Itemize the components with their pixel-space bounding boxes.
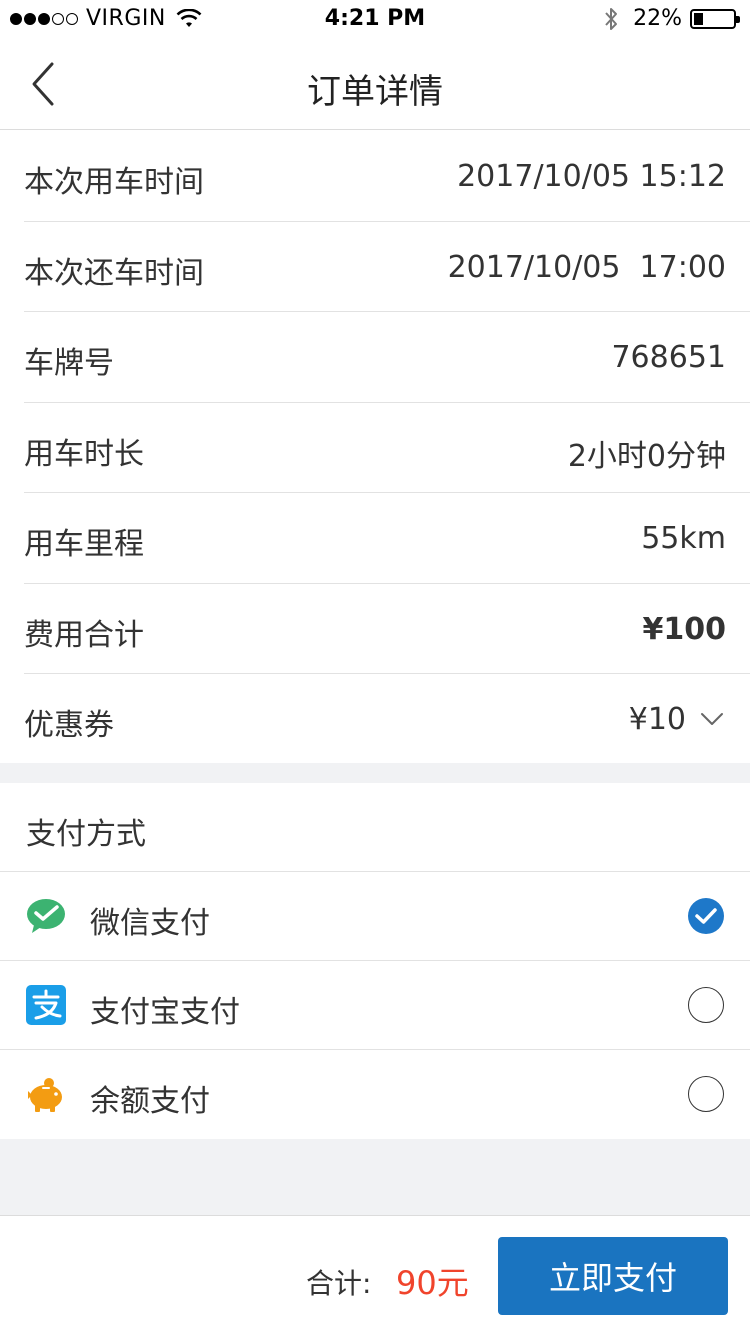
alipay-icon: [26, 985, 66, 1025]
battery-nub: [736, 15, 740, 23]
total-fee-label: 费用合计: [24, 617, 144, 653]
bottom-spacer: [0, 1139, 750, 1215]
chevron-down-icon[interactable]: [700, 712, 724, 726]
payment-option-alipay[interactable]: 支付宝支付: [0, 961, 750, 1050]
detail-row-coupon[interactable]: 优惠券 ¥10: [24, 674, 750, 765]
coupon-value[interactable]: ¥10: [629, 702, 686, 737]
bluetooth-icon: [605, 7, 618, 30]
pay-now-button[interactable]: 立即支付: [498, 1237, 728, 1315]
payment-method-header: 支付方式: [0, 783, 750, 872]
detail-row-total-fee: 费用合计 ¥100: [24, 584, 750, 674]
detail-row-duration: 用车时长 2小时0分钟: [24, 403, 750, 493]
plate-number-label: 车牌号: [24, 346, 114, 381]
detail-row-mileage: 用车里程 55km: [24, 493, 750, 584]
order-detail-list: 本次用车时间 2017/10/05 15:12 本次还车时间 2017/10/0…: [0, 131, 750, 765]
total-label: 合计:: [306, 1267, 372, 1300]
plate-number-value: 768651: [611, 340, 726, 375]
duration-label: 用车时长: [24, 436, 144, 472]
status-bar: VIRGIN 4:21 PM 22%: [0, 0, 750, 40]
alipay-label: 支付宝支付: [90, 995, 240, 1030]
coupon-label: 优惠券: [24, 708, 114, 743]
return-time-label: 本次还车时间: [24, 255, 204, 291]
battery-level: [694, 12, 703, 25]
detail-row-return-time: 本次还车时间 2017/10/05 17:00: [24, 222, 750, 312]
payment-option-balance[interactable]: 余额支付: [0, 1050, 750, 1139]
piggy-bank-icon: [28, 1078, 62, 1112]
payment-method-title: 支付方式: [26, 817, 146, 852]
wechat-pay-label: 微信支付: [90, 906, 210, 941]
wechat-radio-checked[interactable]: [688, 898, 724, 934]
balance-pay-label: 余额支付: [90, 1084, 210, 1119]
order-detail-screen: VIRGIN 4:21 PM 22% 订单详情 本次用车时间 2017/10/0…: [0, 0, 750, 1334]
battery-percentage: 22%: [633, 6, 682, 31]
status-right: 22%: [603, 6, 740, 31]
battery-icon: [690, 8, 740, 29]
section-divider: [0, 763, 750, 783]
detail-row-plate-number: 车牌号 768651: [24, 312, 750, 403]
duration-value: 2小时0分钟: [567, 438, 726, 474]
total-amount: 90元: [396, 1264, 469, 1302]
alipay-radio[interactable]: [688, 987, 724, 1023]
balance-radio[interactable]: [688, 1076, 724, 1112]
mileage-value: 55km: [641, 521, 726, 556]
navigation-bar: 订单详情: [0, 40, 750, 130]
total-fee-value: ¥100: [642, 611, 727, 647]
payment-method-section: 支付方式 微信支付 支付宝支付 余额支付: [0, 783, 750, 1139]
page-title: 订单详情: [307, 72, 443, 112]
wechat-pay-icon: [27, 899, 65, 933]
mileage-label: 用车里程: [24, 527, 144, 562]
payment-option-wechat[interactable]: 微信支付: [0, 872, 750, 961]
checkout-bar: 合计: 90元 立即支付: [0, 1215, 750, 1334]
return-time-value: 2017/10/05 17:00: [447, 249, 726, 285]
detail-row-start-time: 本次用车时间 2017/10/05 15:12: [24, 131, 750, 222]
start-time-label: 本次用车时间: [24, 165, 204, 200]
start-time-value: 2017/10/05 15:12: [457, 159, 726, 194]
